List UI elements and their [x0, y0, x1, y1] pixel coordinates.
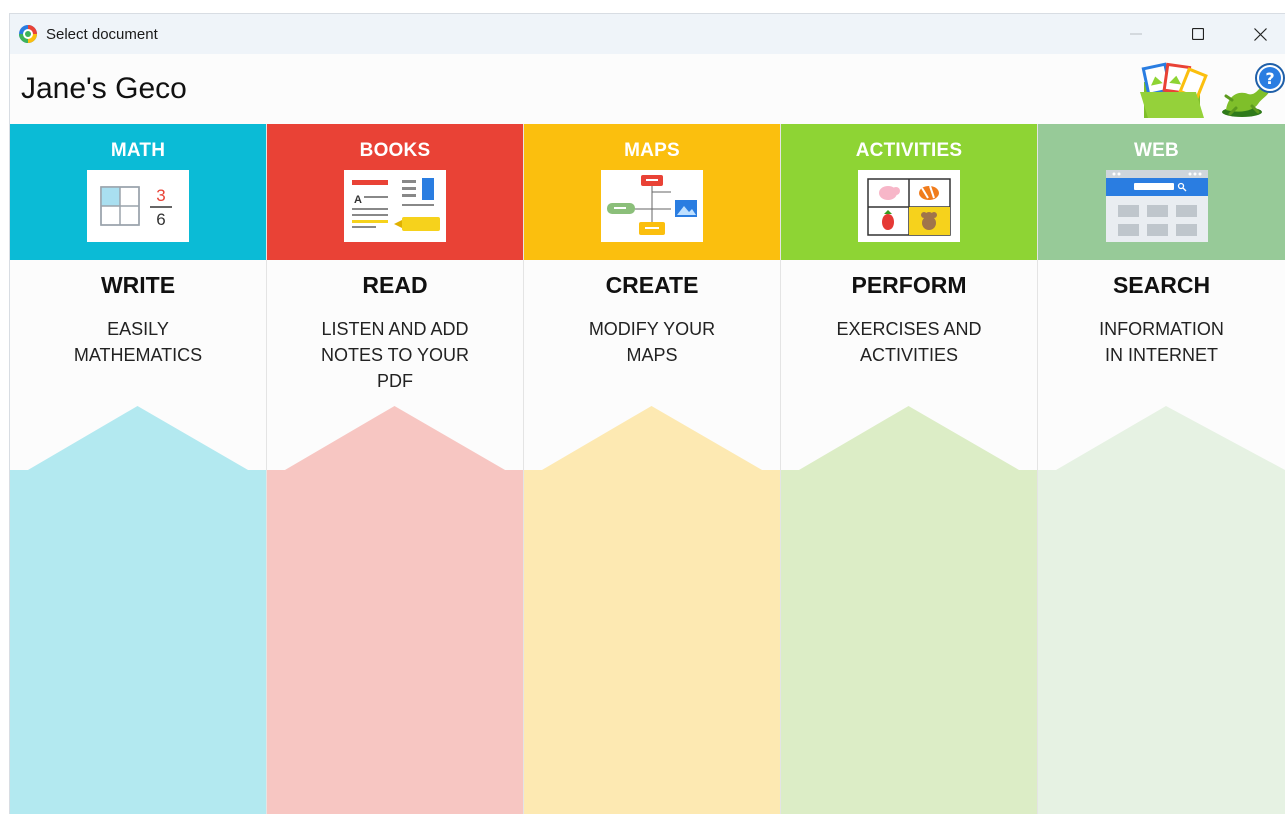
math-pointer-shape — [10, 406, 266, 814]
window-title: Select document — [46, 26, 158, 43]
web-label: WEB — [1134, 140, 1179, 161]
web-action-title: SEARCH — [1112, 272, 1211, 298]
concept-map-icon — [601, 170, 703, 242]
desc-line: MATHEMATICS — [73, 345, 203, 365]
activities-header-band[interactable]: ACTIVITIES — [781, 124, 1037, 260]
category-columns: MATH 3 6 WRITE EASILY MATHEMATICS BOOKS … — [10, 124, 1285, 814]
desc-line: EXERCISES AND — [836, 319, 982, 339]
maximize-button[interactable] — [1167, 14, 1229, 54]
activities-label: ACTIVITIES — [855, 140, 963, 161]
math-column[interactable]: MATH 3 6 WRITE EASILY MATHEMATICS — [10, 124, 267, 814]
desc-line: IN INTERNET — [1104, 345, 1218, 365]
desc-line: MODIFY YOUR — [588, 319, 716, 339]
books-letter: A — [354, 194, 362, 206]
title-bar: Select document — [10, 14, 1285, 54]
maps-pointer-shape — [524, 406, 780, 814]
maps-action-title: CREATE — [605, 272, 699, 298]
books-header-band[interactable]: BOOKS A — [267, 124, 523, 260]
books-description: LISTEN AND ADD NOTES TO YOUR PDF — [287, 316, 503, 394]
minimize-icon — [1130, 33, 1142, 35]
desc-line: EASILY — [107, 319, 169, 339]
math-denominator: 6 — [156, 210, 165, 229]
books-pointer-shape — [267, 406, 523, 814]
books-label: BOOKS — [359, 140, 431, 161]
desc-line: MAPS — [626, 345, 678, 365]
maximize-icon — [1192, 28, 1204, 40]
activities-action-title: PERFORM — [851, 272, 967, 298]
help-gecko-icon[interactable]: ? — [1218, 60, 1285, 120]
math-description: EASILY MATHEMATICS — [30, 316, 246, 368]
math-action-title: WRITE — [100, 272, 176, 298]
maps-description: MODIFY YOUR MAPS — [544, 316, 760, 368]
desc-line: NOTES TO YOUR — [320, 345, 470, 365]
app-logo-icon — [19, 25, 37, 43]
desc-line: LISTEN AND ADD — [321, 319, 469, 339]
user-name-title: Jane's Geco — [21, 72, 187, 105]
maps-label: MAPS — [624, 140, 680, 161]
desc-line: ACTIVITIES — [859, 345, 958, 365]
header-bar: Jane's Geco ? — [10, 54, 1285, 124]
maps-header-band[interactable]: MAPS — [524, 124, 780, 260]
close-icon — [1253, 27, 1267, 41]
web-column[interactable]: WEB SEARCH INFORMATION IN INTERNET — [1038, 124, 1285, 814]
desc-line: INFORMATION — [1099, 319, 1224, 339]
books-action-title: READ — [362, 272, 428, 298]
math-numerator: 3 — [156, 186, 165, 205]
activities-description: EXERCISES AND ACTIVITIES — [801, 316, 1017, 368]
documents-folder-icon[interactable] — [1138, 62, 1208, 120]
web-header-band[interactable]: WEB — [1038, 124, 1285, 260]
close-button[interactable] — [1229, 14, 1285, 54]
math-table-fraction-icon: 3 6 — [87, 170, 189, 242]
book-page-highlight-icon: A — [344, 170, 446, 242]
browser-window-icon — [1105, 170, 1208, 242]
maps-column[interactable]: MAPS CREATE MODIFY YOUR MAPS — [524, 124, 781, 814]
math-header-band[interactable]: MATH 3 6 — [10, 124, 266, 260]
web-description: INFORMATION IN INTERNET — [1058, 316, 1265, 368]
activities-pointer-shape — [781, 406, 1037, 814]
activities-column[interactable]: ACTIVITIES PERFORM EXERCISES AND ACTIVIT… — [781, 124, 1038, 814]
app-window: Select document Jane's Geco ? MATH 3 6 W… — [10, 14, 1285, 814]
activity-grid-icon — [858, 170, 960, 242]
web-pointer-shape — [1038, 406, 1285, 814]
svg-text:?: ? — [1265, 69, 1274, 88]
books-column[interactable]: BOOKS A READ LISTEN AND ADD NOTES TO YOU… — [267, 124, 524, 814]
math-label: MATH — [110, 140, 166, 161]
minimize-button[interactable] — [1105, 14, 1167, 54]
desc-line: PDF — [377, 371, 413, 391]
